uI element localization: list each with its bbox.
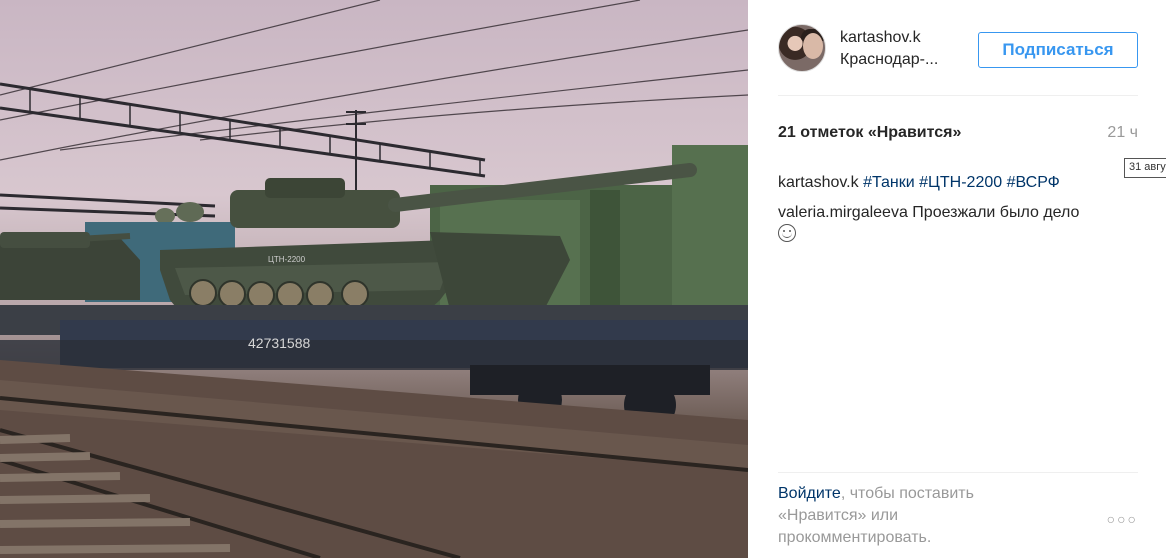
time-tooltip: 31 авгу xyxy=(1124,158,1166,178)
comment: valeria.mirgaleeva Проезжали было дело xyxy=(778,202,1138,246)
login-link[interactable]: Войдите xyxy=(778,485,841,502)
comment-username[interactable]: valeria.mirgaleeva xyxy=(778,204,908,221)
ellipsis-icon[interactable]: ○○○ xyxy=(1107,511,1138,527)
post-sidebar: kartashov.k Краснодар-... Подписаться 21… xyxy=(748,0,1166,558)
follow-button[interactable]: Подписаться xyxy=(978,32,1138,68)
photo-scene: 42731588 ЦТН-2200 xyxy=(0,0,748,558)
comment-text: Проезжали было дело xyxy=(912,204,1080,221)
post-footer: Войдите, чтобы поставить «Нравится» или … xyxy=(778,472,1138,546)
wagon-number: 42731588 xyxy=(248,335,311,351)
hashtag-tanks[interactable]: #Танки xyxy=(863,174,915,191)
likes-count[interactable]: 21 отметок «Нравится» xyxy=(778,124,961,142)
hashtag-ctn[interactable]: #ЦТН-2200 xyxy=(919,174,1002,191)
avatar-face xyxy=(803,33,823,59)
username-link[interactable]: kartashov.k xyxy=(840,29,921,47)
post-header: kartashov.k Краснодар-... Подписаться xyxy=(778,24,1138,96)
post-photo[interactable]: 42731588 ЦТН-2200 xyxy=(0,0,748,558)
avatar[interactable] xyxy=(778,24,826,72)
login-prompt: Войдите, чтобы поставить «Нравится» или … xyxy=(778,483,1028,549)
likes-row: 21 отметок «Нравится» 21 ч xyxy=(778,124,1138,146)
caption: kartashov.k #Танки #ЦТН-2200 #ВСРФ xyxy=(778,171,1138,195)
location-link[interactable]: Краснодар-... xyxy=(840,51,938,69)
hashtag-vsrf[interactable]: #ВСРФ xyxy=(1007,174,1060,191)
caption-username[interactable]: kartashov.k xyxy=(778,174,859,191)
post-time[interactable]: 21 ч xyxy=(1107,124,1138,142)
smiley-emoji-icon xyxy=(778,224,796,242)
tank-number: ЦТН-2200 xyxy=(268,255,306,264)
